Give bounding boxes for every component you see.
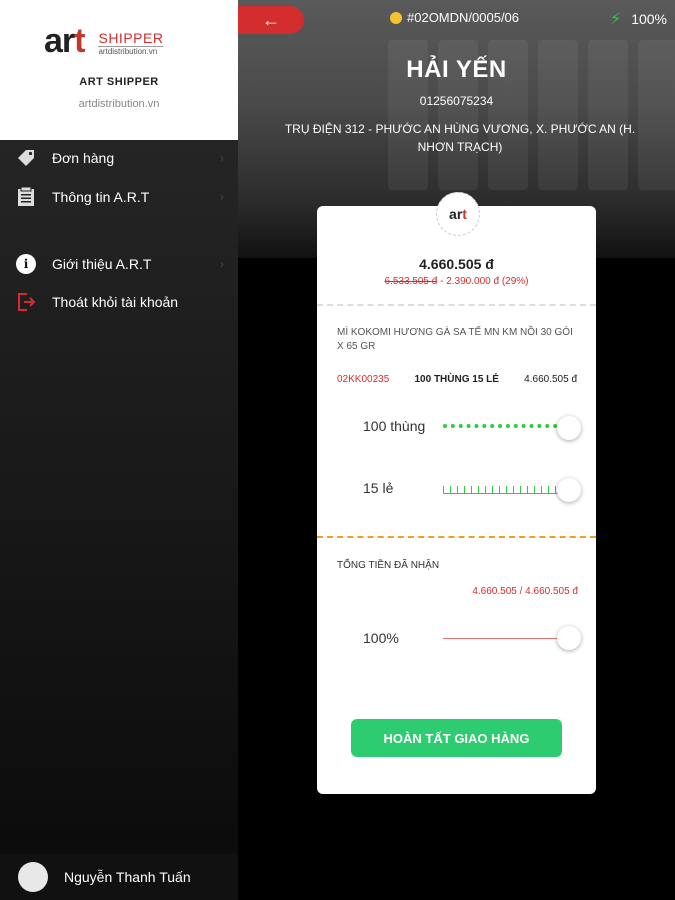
coin-icon: [390, 11, 402, 24]
sidebar-item-orders[interactable]: Đơn hàng ›: [14, 145, 224, 171]
discount: - 2.390.000 đ (29%): [437, 276, 529, 287]
old-price: 6.533.505 đ: [384, 276, 438, 287]
product-name: MÌ KOKOMI HƯƠNG GÀ SA TẾ MN KM NỒI 30 GÓ…: [337, 327, 573, 352]
tag-icon: [14, 146, 38, 170]
boxes-slider: 100 thùng: [363, 416, 581, 440]
product-code: 02KK00235: [337, 374, 390, 385]
charging-bolt-icon: ⚡︎: [609, 11, 622, 28]
user-name: Nguyễn Thanh Tuấn: [64, 869, 191, 885]
chevron-right-icon: ›: [220, 190, 224, 204]
divider-orange: [317, 536, 596, 538]
product-quantity: 100 THÙNG 15 LẺ: [414, 374, 499, 385]
logout-icon: [14, 290, 38, 314]
app-url: artdistribution.vn: [78, 98, 160, 110]
percent-slider-label: 100%: [363, 630, 399, 646]
customer-phone[interactable]: 01256075234: [238, 94, 675, 108]
received-value: 4.660.505 / 4.660.505 đ: [472, 586, 578, 597]
boxes-slider-track[interactable]: [443, 416, 581, 440]
sidebar-item-about[interactable]: i Giới thiệu A.R.T ›: [14, 251, 224, 277]
art-logo: art: [436, 192, 480, 236]
price-breakdown: 6.533.505 đ - 2.390.000 đ (29%): [317, 276, 596, 287]
units-slider-label: 15 lẻ: [363, 480, 394, 496]
art-shipper-logo: art SHIPPER artdistribution.vn: [44, 22, 164, 60]
boxes-slider-thumb[interactable]: [557, 416, 581, 440]
delivery-card: art 4.660.505 đ 6.533.505 đ - 2.390.000 …: [317, 192, 596, 794]
arrow-left-icon: ←: [262, 9, 280, 30]
sidebar-item-art-info[interactable]: Thông tin A.R.T ›: [14, 184, 224, 210]
sidebar: art SHIPPER artdistribution.vn ART SHIPP…: [0, 0, 238, 900]
battery-status: ⚡︎ 100%: [609, 11, 667, 28]
product-row: 02KK00235 100 THÙNG 15 LẺ 4.660.505 đ: [337, 374, 577, 385]
document-icon: [14, 185, 38, 209]
avatar: [18, 862, 48, 892]
sidebar-item-label: Đơn hàng: [52, 150, 115, 166]
percent-slider-track[interactable]: [443, 626, 581, 650]
user-profile[interactable]: Nguyễn Thanh Tuấn: [0, 854, 238, 900]
info-icon: i: [14, 252, 38, 276]
sidebar-item-logout[interactable]: Thoát khỏi tài khoản: [14, 289, 224, 315]
units-slider: 15 lẻ: [363, 477, 581, 502]
app-title: ART SHIPPER: [79, 76, 159, 88]
customer-address: TRỤ ĐIỆN 312 - PHƯỚC AN HÙNG VƯƠNG, X. P…: [284, 122, 636, 154]
percent-slider-thumb[interactable]: [557, 626, 581, 650]
sidebar-header: art SHIPPER artdistribution.vn ART SHIPP…: [0, 0, 238, 140]
order-total: 4.660.505 đ: [419, 256, 494, 272]
percent-slider: 100%: [363, 626, 581, 650]
product-amount: 4.660.505 đ: [524, 374, 577, 385]
complete-delivery-button[interactable]: HOÀN TẤT GIAO HÀNG: [351, 719, 562, 757]
units-slider-track[interactable]: [443, 477, 581, 502]
boxes-slider-label: 100 thùng: [363, 418, 426, 434]
sidebar-item-label: Thông tin A.R.T: [52, 189, 150, 205]
chevron-right-icon: ›: [220, 257, 224, 271]
sidebar-item-label: Giới thiệu A.R.T: [52, 256, 152, 272]
units-slider-thumb[interactable]: [557, 477, 581, 502]
customer-name: HẢI YẾN: [406, 56, 507, 83]
order-code: #02OMDN/0005/06: [390, 10, 519, 25]
back-button[interactable]: ←: [238, 6, 304, 34]
divider: [317, 304, 596, 306]
received-label: TỔNG TIỀN ĐÃ NHẬN: [337, 560, 440, 571]
sidebar-item-label: Thoát khỏi tài khoản: [52, 294, 179, 310]
chevron-right-icon: ›: [220, 151, 224, 165]
